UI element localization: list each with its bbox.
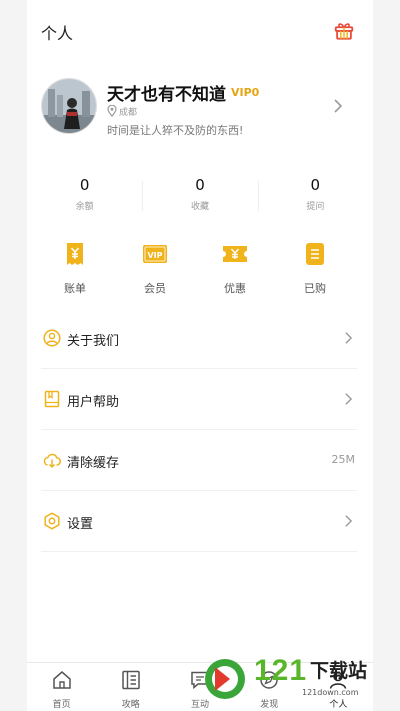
quick-coupon[interactable]: 优惠 [205,241,265,296]
chevron-right-icon [334,99,343,113]
stat-label: 余额 [75,202,94,212]
purchased-icon [306,243,324,265]
profile-card[interactable]: 天才也有不知道 VIP0 成都 时间是让人猝不及防的东西! [27,72,373,148]
coupon-icon [223,246,247,262]
vip-card-icon: VIP [143,245,167,263]
stat-balance[interactable]: 0 余额 [27,175,142,219]
quick-bill[interactable]: 账单 [45,241,105,296]
guide-icon [122,670,140,690]
watermark-text: 下载站 [310,660,368,682]
phone-screen: 个人 天才也有不知道 VIP0 成都 时间是让人猝不及防的东西! 0 余额 0 … [27,0,373,711]
avatar[interactable] [41,78,97,134]
user-name: 天才也有不知道 [107,85,226,105]
user-bio: 时间是让人猝不及防的东西! [107,124,244,137]
quick-label: 账单 [64,282,86,295]
chevron-right-icon [345,515,353,527]
menu-list: 关于我们 用户帮助 清除缓存 25M 设置 [41,308,357,552]
user-circle-icon [43,329,61,347]
stat-questions[interactable]: 0 提问 [257,175,373,219]
menu-item-about[interactable]: 关于我们 [41,308,357,369]
home-icon [52,671,71,689]
tab-home[interactable]: 首页 [27,663,96,711]
settings-icon [44,512,60,530]
quick-purchased[interactable]: 已购 [285,241,345,296]
chevron-right-icon [345,332,353,344]
stat-value: 0 [195,176,205,194]
svg-text:VIP: VIP [147,251,162,260]
quick-label: 优惠 [224,282,246,295]
menu-label: 设置 [67,517,94,532]
tab-guide[interactable]: 攻略 [96,663,165,711]
vip-level-badge: VIP0 [231,86,260,99]
menu-item-settings[interactable]: 设置 [41,491,357,552]
watermark-number: 121 [254,654,308,687]
stat-favorites[interactable]: 0 收藏 [142,175,257,219]
menu-item-clear-cache[interactable]: 清除缓存 25M [41,430,357,491]
quick-label: 已购 [304,282,326,295]
bill-icon [67,243,83,265]
quick-vip[interactable]: VIP 会员 [125,241,185,296]
menu-label: 关于我们 [67,334,120,349]
stat-label: 收藏 [190,202,209,212]
location-text: 成都 [119,107,138,118]
watermark-url: 121down.com [302,688,359,697]
menu-item-help[interactable]: 用户帮助 [41,369,357,430]
location-pin-icon [107,105,117,117]
cache-size: 25M [331,453,356,466]
cloud-download-icon [43,453,61,469]
chevron-right-icon [345,393,353,405]
book-icon [44,390,60,408]
stat-label: 提问 [306,202,325,212]
page-title: 个人 [41,24,74,43]
stats-row: 0 余额 0 收藏 0 提问 [27,175,373,219]
watermark-logo-icon [205,659,245,699]
tab-label: 首页 [52,700,71,710]
header: 个人 [27,0,373,60]
tab-label: 攻略 [121,700,140,710]
watermark: 121 下载站 121down.com [200,654,380,708]
menu-label: 用户帮助 [67,395,120,410]
location: 成都 [107,104,137,118]
quick-actions: 账单 VIP 会员 优惠 已购 [27,241,373,297]
menu-label: 清除缓存 [67,456,120,471]
quick-label: 会员 [144,282,166,295]
stat-value: 0 [310,176,321,194]
gift-icon[interactable] [333,19,355,41]
stat-value: 0 [79,176,90,194]
